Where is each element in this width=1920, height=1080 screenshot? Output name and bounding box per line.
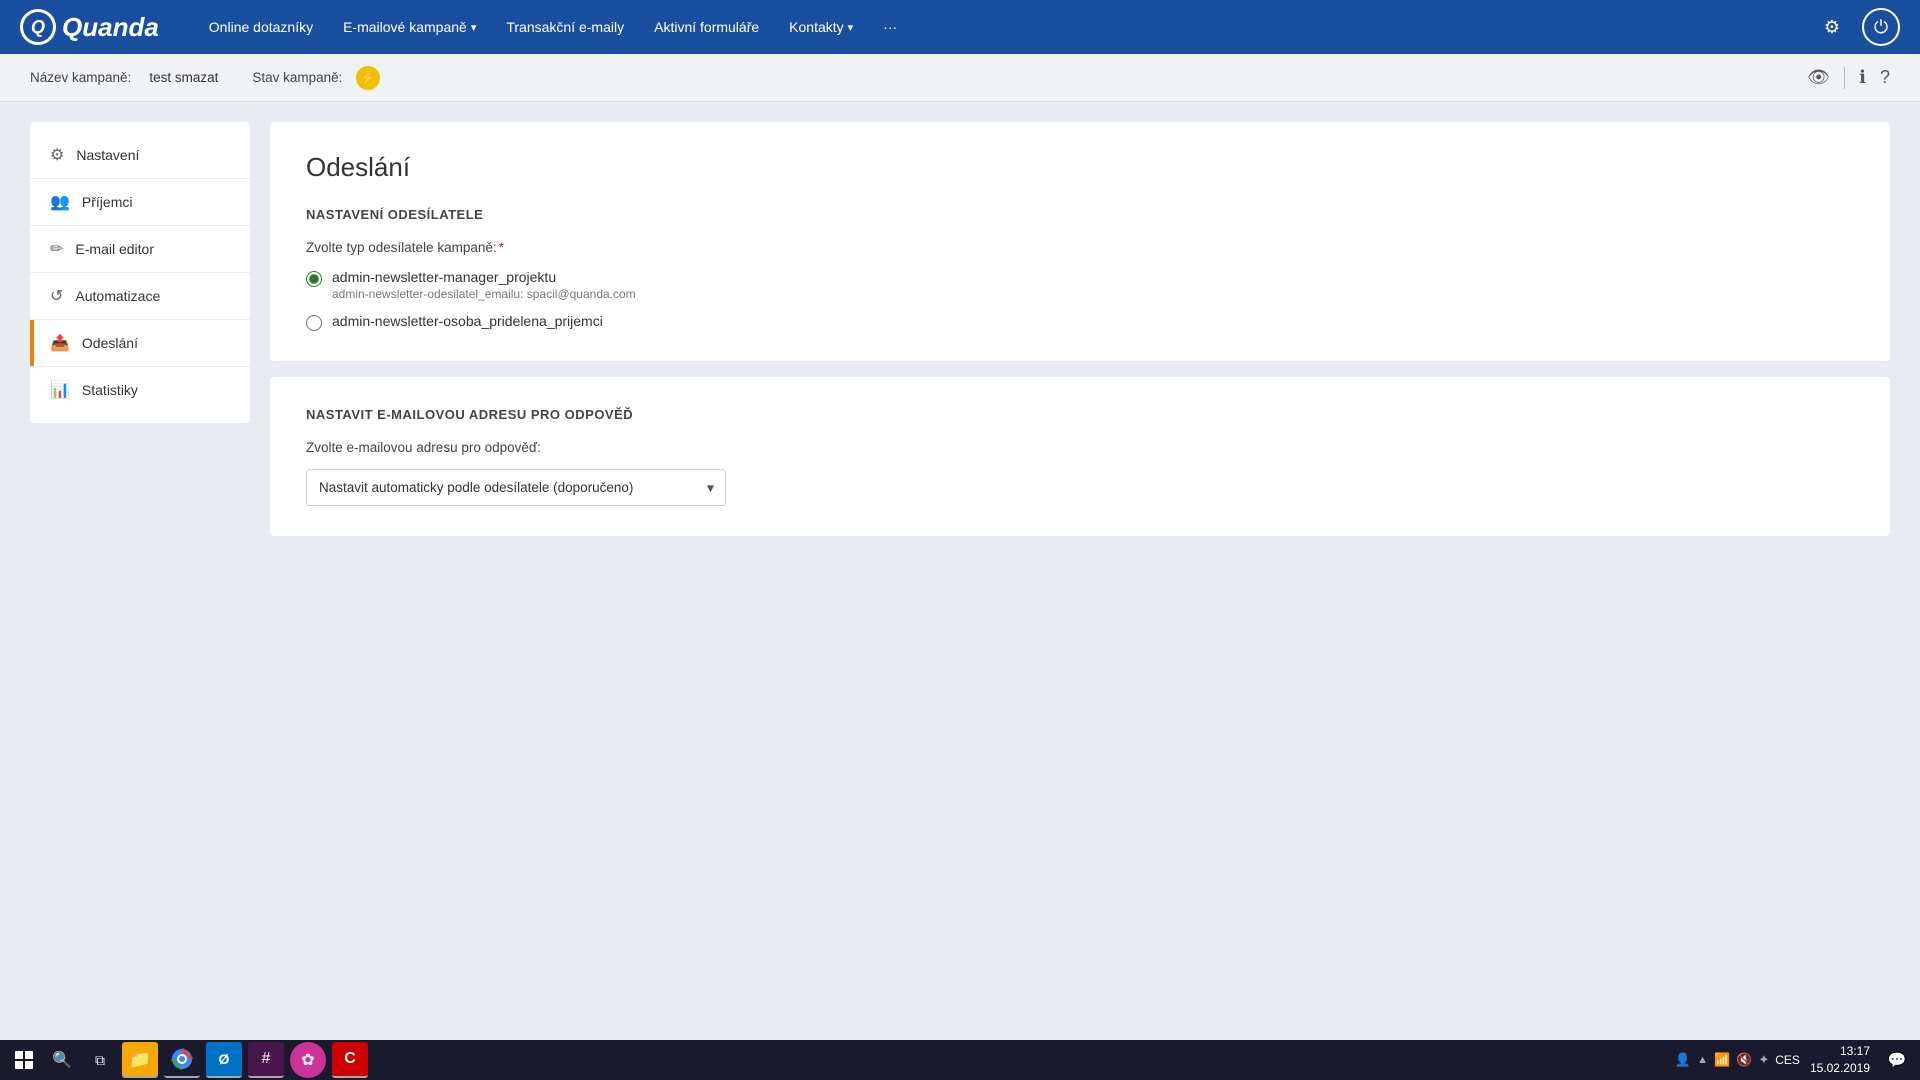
- eye-icon[interactable]: 👁: [1807, 67, 1830, 88]
- main-layout: ⚙ Nastavení 👥 Příjemci ✏ E-mail editor ↺…: [0, 102, 1920, 1040]
- info-icon[interactable]: ℹ: [1859, 67, 1866, 88]
- radio-label-1: admin-newsletter-manager_projektu: [332, 269, 636, 285]
- topnav: Q Quanda Online dotazníky E-mailové kamp…: [0, 0, 1920, 54]
- taskbar-app-chrome[interactable]: [164, 1042, 200, 1078]
- nav-right-icons: ⚙ ⏻: [1816, 8, 1900, 46]
- page-title: Odeslání: [306, 152, 1854, 183]
- tray-speaker-icon[interactable]: 🔇: [1736, 1052, 1752, 1068]
- sender-type-radio-group: admin-newsletter-manager_projektu admin-…: [306, 269, 1854, 331]
- nav-emailove-kampane[interactable]: E-mailové kampaně: [343, 19, 476, 35]
- taskbar-date-display: 15.02.2019: [1810, 1060, 1870, 1077]
- nav-aktivni-formulare[interactable]: Aktivní formuláře: [654, 19, 759, 35]
- taskbar-datetime: 13:17 15.02.2019: [1810, 1043, 1870, 1077]
- taskbar-app-files[interactable]: 📁: [122, 1042, 158, 1078]
- taskbar-search-icon[interactable]: 🔍: [46, 1044, 78, 1076]
- subheader-right-icons: 👁 ℹ ?: [1807, 67, 1890, 89]
- subheader: Název kampaně: test smazat Stav kampaně:…: [0, 54, 1920, 102]
- sidebar-item-odeslani[interactable]: 📤 Odeslání: [30, 320, 250, 367]
- taskbar-app-outlook[interactable]: Ø: [206, 1042, 242, 1078]
- automation-icon: ↺: [50, 286, 63, 306]
- sidebar-label-nastaveni: Nastavení: [76, 147, 139, 163]
- card-sender-settings: Odeslání NASTAVENÍ ODESÍLATELE Zvolte ty…: [270, 122, 1890, 361]
- start-button[interactable]: [8, 1044, 40, 1076]
- stats-icon: 📊: [50, 380, 70, 400]
- editor-icon: ✏: [50, 239, 63, 259]
- radio-option-2[interactable]: admin-newsletter-osoba_pridelena_prijemc…: [306, 313, 1854, 331]
- sidebar-label-automatizace: Automatizace: [75, 288, 160, 304]
- power-button[interactable]: ⏻: [1862, 8, 1900, 46]
- taskbar-app-slack[interactable]: #: [248, 1042, 284, 1078]
- status-label: Stav kampaně:: [252, 70, 342, 85]
- radio-label-2: admin-newsletter-osoba_pridelena_prijemc…: [332, 313, 603, 329]
- section1-form-label: Zvolte typ odesílatele kampaně:*: [306, 240, 1854, 255]
- sidebar-item-automatizace[interactable]: ↺ Automatizace: [30, 273, 250, 320]
- status-icon: ⚡: [356, 66, 380, 90]
- section2-title: NASTAVIT E-MAILOVOU ADRESU PRO ODPOVĚĎ: [306, 407, 1854, 422]
- help-icon[interactable]: ?: [1880, 67, 1890, 88]
- radio-input-2[interactable]: [306, 315, 322, 331]
- nav-transakcni-emaily[interactable]: Transakční e-maily: [506, 19, 624, 35]
- sidebar-label-email-editor: E-mail editor: [75, 241, 154, 257]
- logo-text: Quanda: [62, 12, 159, 43]
- settings-icon[interactable]: ⚙: [1816, 11, 1848, 43]
- taskbar: 🔍 ⧉ 📁 Ø # ✿ C 👤 ▲ 📶 🔇 ✦ CES 13:17 15.02.…: [0, 1040, 1920, 1080]
- taskbar-notification-icon[interactable]: 💬: [1882, 1045, 1912, 1075]
- radio-option-1-content: admin-newsletter-manager_projektu admin-…: [332, 269, 636, 301]
- section1-title: NASTAVENÍ ODESÍLATELE: [306, 207, 1854, 222]
- taskbar-ces-label: CES: [1775, 1053, 1800, 1067]
- sidebar-item-email-editor[interactable]: ✏ E-mail editor: [30, 226, 250, 273]
- taskbar-app-5[interactable]: ✿: [290, 1042, 326, 1078]
- taskbar-time-display: 13:17: [1810, 1043, 1870, 1060]
- sidebar-label-prijemci: Příjemci: [82, 194, 133, 210]
- logo[interactable]: Q Quanda: [20, 9, 159, 45]
- radio-option-2-content: admin-newsletter-osoba_pridelena_prijemc…: [332, 313, 603, 329]
- logo-circle: Q: [20, 9, 56, 45]
- nav-online-dotazniky[interactable]: Online dotazníky: [209, 19, 313, 35]
- sidebar-item-statistiky[interactable]: 📊 Statistiky: [30, 367, 250, 413]
- system-tray: 👤 ▲ 📶 🔇 ✦: [1675, 1052, 1769, 1068]
- taskbar-taskview-icon[interactable]: ⧉: [84, 1044, 116, 1076]
- recipients-icon: 👥: [50, 192, 70, 212]
- card-reply-email: NASTAVIT E-MAILOVOU ADRESU PRO ODPOVĚĎ Z…: [270, 377, 1890, 536]
- reply-email-select-wrap: Nastavit automaticky podle odesílatele (…: [306, 469, 726, 506]
- required-mark: *: [499, 240, 504, 255]
- reply-email-select[interactable]: Nastavit automaticky podle odesílatele (…: [306, 469, 726, 506]
- radio-input-1[interactable]: [306, 271, 322, 287]
- send-icon: 📤: [50, 333, 70, 353]
- nav-more[interactable]: ···: [883, 19, 897, 35]
- content-area: Odeslání NASTAVENÍ ODESÍLATELE Zvolte ty…: [270, 122, 1890, 1020]
- section2-form-label: Zvolte e-mailovou adresu pro odpověď:: [306, 440, 1854, 455]
- sidebar-item-nastaveni[interactable]: ⚙ Nastavení: [30, 132, 250, 179]
- tray-dropbox-icon: ✦: [1758, 1052, 1769, 1068]
- sidebar-label-odeslani: Odeslání: [82, 335, 138, 351]
- sidebar-label-statistiky: Statistiky: [82, 382, 138, 398]
- tray-arrow-icon[interactable]: ▲: [1697, 1054, 1708, 1066]
- radio-sub-1: admin-newsletter-odesilatel_emailu: spac…: [332, 287, 636, 301]
- icon-separator: [1844, 67, 1845, 89]
- tray-person-icon: 👤: [1675, 1052, 1691, 1068]
- campaign-name-label: Název kampaně:: [30, 70, 131, 85]
- tray-wifi-icon: 📶: [1714, 1052, 1730, 1068]
- settings-icon: ⚙: [50, 145, 64, 165]
- taskbar-app-6[interactable]: C: [332, 1042, 368, 1078]
- campaign-name-value: test smazat: [149, 70, 218, 85]
- radio-option-1[interactable]: admin-newsletter-manager_projektu admin-…: [306, 269, 1854, 301]
- sidebar-item-prijemci[interactable]: 👥 Příjemci: [30, 179, 250, 226]
- sidebar: ⚙ Nastavení 👥 Příjemci ✏ E-mail editor ↺…: [30, 122, 250, 423]
- nav-kontakty[interactable]: Kontakty: [789, 19, 853, 35]
